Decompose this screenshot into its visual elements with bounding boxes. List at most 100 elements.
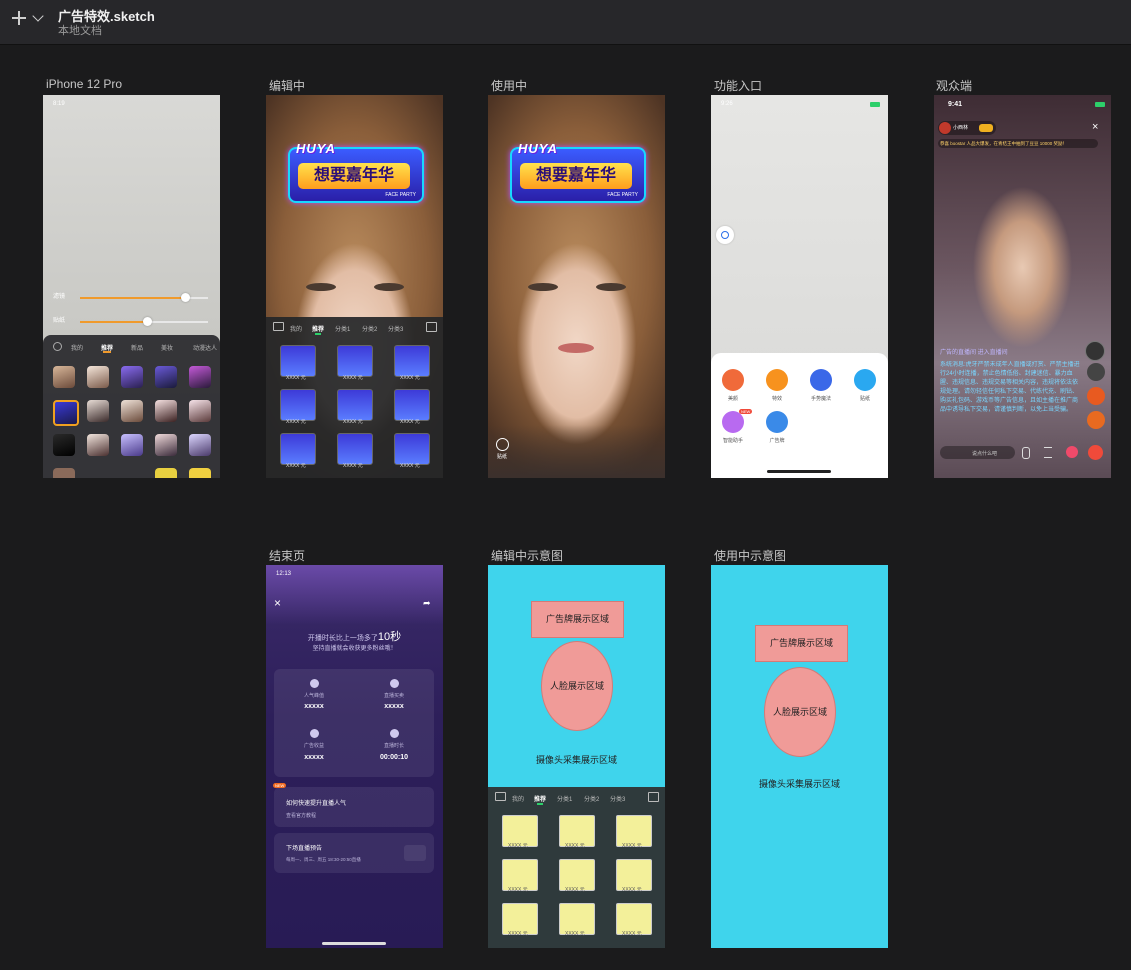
message-icon[interactable] bbox=[426, 322, 437, 332]
artboard-label-use-schematic[interactable]: 使用中示意图 bbox=[714, 547, 786, 564]
stats-card: 人气峰值 xxxxx 直播买卖 xxxxx 广告收益 xxxxx 直播时长 00… bbox=[274, 669, 434, 777]
share-icon[interactable]: ➦ bbox=[423, 598, 431, 609]
sticker-thumb[interactable] bbox=[189, 468, 211, 478]
billboard-icon[interactable] bbox=[766, 411, 788, 433]
ad-tile[interactable] bbox=[394, 433, 430, 465]
sticker-thumb[interactable] bbox=[121, 366, 143, 388]
sticker-thumb[interactable] bbox=[53, 434, 75, 456]
lottery-icon[interactable] bbox=[1087, 411, 1105, 429]
sticker-thumb[interactable] bbox=[189, 366, 211, 388]
ad-tile[interactable] bbox=[280, 345, 316, 377]
sticker-thumb[interactable] bbox=[87, 366, 109, 388]
tile-price: XXXX 元 bbox=[508, 931, 528, 937]
sticker-icon[interactable] bbox=[496, 438, 509, 451]
tutorial-link[interactable]: 查看官方教程 bbox=[286, 812, 316, 819]
close-icon[interactable]: × bbox=[274, 596, 281, 610]
ad-tile[interactable] bbox=[337, 433, 373, 465]
clock-icon bbox=[390, 729, 399, 738]
tab-recommend[interactable]: 推荐 bbox=[534, 794, 546, 803]
assistant-icon[interactable] bbox=[722, 411, 744, 433]
tab-mine[interactable]: 我的 bbox=[290, 324, 302, 333]
sticker-thumb[interactable] bbox=[155, 434, 177, 456]
tab-category-1[interactable]: 分类1 bbox=[335, 324, 350, 333]
beauty-icon[interactable] bbox=[722, 369, 744, 391]
follow-button[interactable] bbox=[979, 124, 993, 132]
add-icon[interactable] bbox=[10, 9, 28, 27]
tab-recommend[interactable]: 推荐 bbox=[312, 324, 324, 333]
artboard-label-editing[interactable]: 编辑中 bbox=[269, 77, 305, 94]
ad-tile[interactable] bbox=[280, 433, 316, 465]
mic-icon[interactable] bbox=[1022, 447, 1030, 459]
tab-mine[interactable]: 我的 bbox=[512, 794, 524, 803]
rank-icon[interactable] bbox=[1085, 341, 1105, 361]
artboard-label-edit-schematic[interactable]: 编辑中示意图 bbox=[491, 547, 563, 564]
sticker-thumb[interactable] bbox=[189, 434, 211, 456]
artboard-label-using[interactable]: 使用中 bbox=[491, 77, 527, 94]
ad-tile[interactable] bbox=[394, 345, 430, 377]
preview-card[interactable]: 下场直播预告 每周一、周三、周五 18:30-20:50直播 bbox=[274, 833, 434, 873]
tab-category-3[interactable]: 分类3 bbox=[610, 794, 625, 803]
tab-category-1[interactable]: 分类1 bbox=[557, 794, 572, 803]
tab-category-3[interactable]: 分类3 bbox=[388, 324, 403, 333]
tab-anime[interactable]: 动漫达人 bbox=[193, 343, 217, 352]
gift-icon[interactable] bbox=[1088, 445, 1103, 460]
artboard-entry[interactable]: 9:26 NEW 美颜 特效 手势魔法 贴纸 智能助手 广告牌 bbox=[711, 95, 888, 478]
sticker-icon[interactable] bbox=[854, 369, 876, 391]
artboard-use-schematic[interactable]: 广告牌展示区域 人脸展示区域 摄像头采集展示区域 bbox=[711, 565, 888, 948]
message-icon[interactable] bbox=[648, 792, 659, 802]
gift-box-icon[interactable] bbox=[1087, 387, 1105, 405]
huya-ad-banner[interactable]: HUYA 想要嘉年华 FACE PARTY bbox=[288, 141, 424, 203]
ad-tile[interactable] bbox=[280, 389, 316, 421]
sticker-thumb[interactable] bbox=[155, 400, 177, 422]
sticker-thumb[interactable] bbox=[155, 366, 177, 388]
slider-1-knob[interactable] bbox=[181, 293, 190, 302]
huya-ad-banner[interactable]: HUYA 想要嘉年华 FACE PARTY bbox=[510, 141, 646, 203]
tab-category-2[interactable]: 分类2 bbox=[584, 794, 599, 803]
store-icon[interactable] bbox=[273, 322, 284, 331]
ad-tile[interactable] bbox=[337, 345, 373, 377]
sticker-thumb[interactable] bbox=[189, 400, 211, 422]
close-icon[interactable]: × bbox=[1092, 121, 1098, 133]
camera-icon bbox=[721, 231, 729, 239]
sticker-thumb[interactable] bbox=[87, 434, 109, 456]
avatar[interactable] bbox=[939, 122, 951, 134]
sticker-thumb[interactable] bbox=[121, 434, 143, 456]
artboard-audience[interactable]: 9:41 小西林 × 恭喜 boostar 人品大爆发，在青桔王中抽到了豆豆 1… bbox=[934, 95, 1111, 478]
artboard-label-audience[interactable]: 观众端 bbox=[936, 77, 972, 94]
artboard-editing[interactable]: HUYA 想要嘉年华 FACE PARTY 我的 推荐 分类1 分类2 分类3 … bbox=[266, 95, 443, 478]
slider-2-knob[interactable] bbox=[143, 317, 152, 326]
tutorial-card[interactable]: NEW 如何快速提升直播人气 查看官方教程 bbox=[273, 783, 434, 827]
sticker-thumb[interactable] bbox=[53, 468, 75, 478]
artboard-using[interactable]: HUYA 想要嘉年华 FACE PARTY 贴纸 bbox=[488, 95, 665, 478]
tab-beauty[interactable]: 美妆 bbox=[161, 343, 173, 352]
sticker-thumb[interactable] bbox=[155, 468, 177, 478]
artboard-label-entry[interactable]: 功能入口 bbox=[714, 77, 762, 94]
chevron-down-icon[interactable] bbox=[32, 10, 44, 22]
sticker-thumb[interactable] bbox=[53, 366, 75, 388]
ad-tile[interactable] bbox=[337, 389, 373, 421]
artboard-end[interactable]: 12:13 × ➦ 开播时长比上一场多了10秒 坚持直播就会收获更多粉丝哦！ 人… bbox=[266, 565, 443, 948]
artboard-label-iphone[interactable]: iPhone 12 Pro bbox=[46, 77, 122, 91]
sticker-thumb-selected[interactable] bbox=[53, 400, 79, 426]
tab-mine[interactable]: 我的 bbox=[71, 343, 83, 352]
disable-icon[interactable] bbox=[53, 342, 62, 351]
floating-entry-button[interactable] bbox=[716, 226, 734, 244]
ad-tile[interactable] bbox=[394, 389, 430, 421]
effects-icon[interactable] bbox=[766, 369, 788, 391]
lips-icon[interactable] bbox=[1066, 446, 1078, 458]
sticker-thumb[interactable] bbox=[121, 400, 143, 422]
fire-icon bbox=[310, 679, 319, 688]
menu-icon[interactable] bbox=[1044, 447, 1052, 458]
tab-category-2[interactable]: 分类2 bbox=[362, 324, 377, 333]
sticker-thumb[interactable] bbox=[87, 400, 109, 422]
artboard-edit-schematic[interactable]: 广告牌展示区域 人脸展示区域 摄像头采集展示区域 我的 推荐 分类1 分类2 分… bbox=[488, 565, 665, 948]
artboard-iphone[interactable]: 8:19 滤镜 贴纸 我的 推荐 新品 美妆 动漫达人 bbox=[43, 95, 220, 478]
artboard-label-end[interactable]: 结束页 bbox=[269, 547, 305, 564]
face-display-area: 人脸展示区域 bbox=[541, 641, 613, 731]
fn-label: 特效 bbox=[771, 396, 782, 402]
gesture-icon[interactable] bbox=[810, 369, 832, 391]
tab-new[interactable]: 新品 bbox=[131, 343, 143, 352]
chat-system-message: 系统消息:虎牙严禁未成年人直播或打赏、严禁主播进行24小时连播，禁止色情低俗、封… bbox=[940, 362, 1080, 413]
avatar-icon[interactable] bbox=[1087, 363, 1105, 381]
store-icon[interactable] bbox=[495, 792, 506, 801]
